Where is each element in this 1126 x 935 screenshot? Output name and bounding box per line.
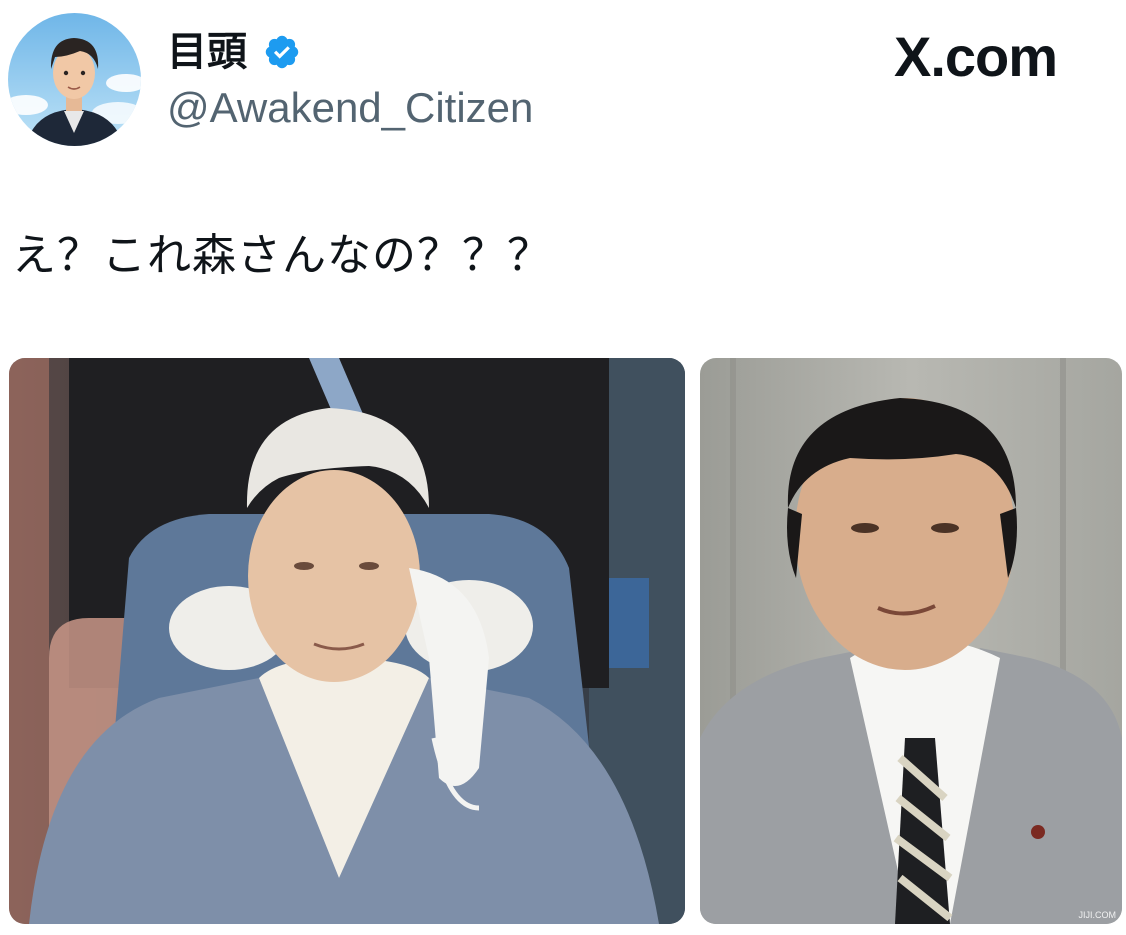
image-watermark: JIJI.COM bbox=[1078, 910, 1117, 920]
post-text: え？これ森さんなの？？？ bbox=[12, 230, 552, 281]
post-image-right[interactable]: JIJI.COM bbox=[700, 358, 1122, 924]
profile-avatar[interactable] bbox=[8, 13, 141, 146]
author-display-name[interactable]: 目頭 bbox=[167, 28, 247, 76]
brand-watermark: X.com bbox=[894, 24, 1058, 88]
photo-man-in-suit-icon bbox=[700, 358, 1122, 924]
brand-text: X.com bbox=[894, 24, 1058, 88]
avatar-illustration-icon bbox=[8, 13, 141, 146]
verified-badge-icon bbox=[265, 35, 299, 69]
post-image-left[interactable] bbox=[9, 358, 685, 924]
author-handle[interactable]: @Awakend_Citizen bbox=[167, 84, 533, 132]
photo-elderly-man-wheelchair-icon bbox=[9, 358, 685, 924]
